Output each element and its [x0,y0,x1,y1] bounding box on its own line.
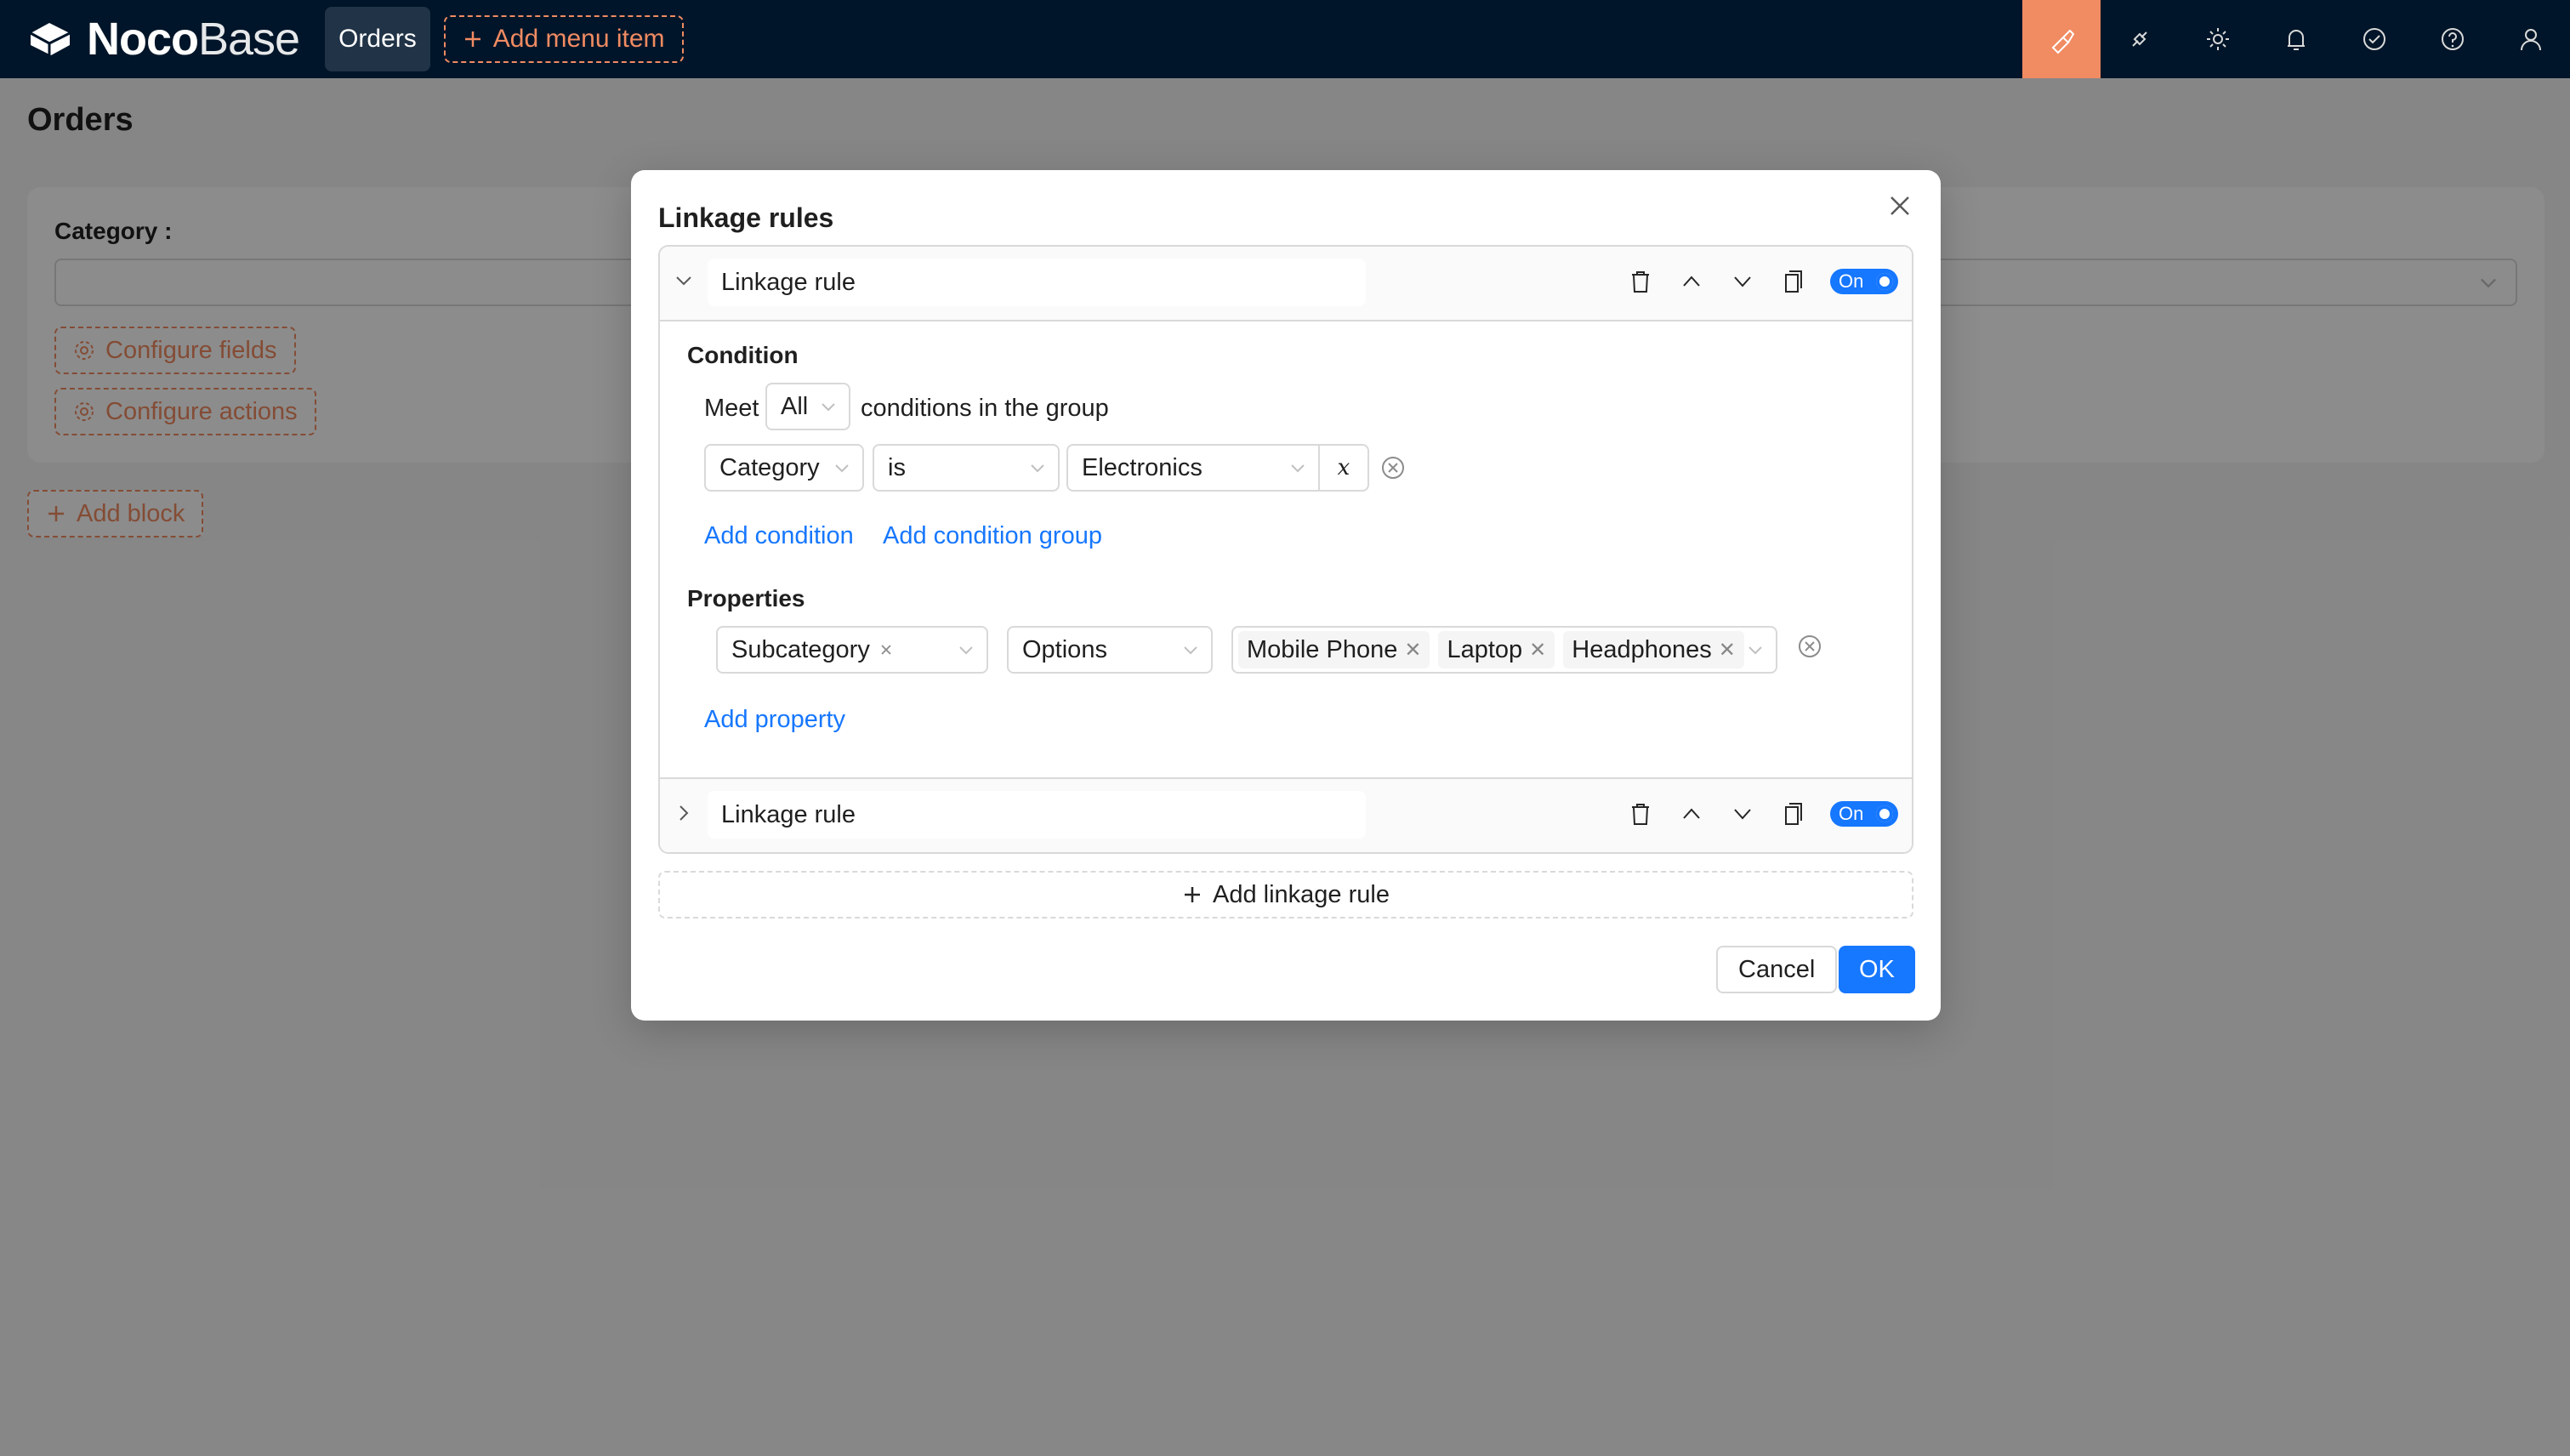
property-field-value: Subcategory [731,635,870,663]
linkage-rule-title[interactable]: Linkage rule [708,791,1366,839]
delete-icon[interactable] [1626,799,1655,828]
help-button[interactable] [2414,0,2492,78]
menu-item-orders[interactable]: Orders [325,7,430,71]
tasks-button[interactable] [2335,0,2414,78]
plugin-manager-button[interactable] [2101,0,2179,78]
properties-label: Properties [687,585,805,611]
switch-label: On [1839,270,1864,292]
meet-prefix: Meet [704,395,759,422]
linkage-rule-header[interactable]: Linkage rule On [660,247,1912,321]
add-menu-item-button[interactable]: Add menu item [443,15,684,63]
meet-select[interactable]: All [765,383,850,430]
option-tag: Mobile Phone ✕ [1238,631,1430,668]
condition-field-select[interactable]: Category [704,444,864,492]
copy-icon[interactable] [1779,267,1808,296]
linkage-rules-list: Linkage rule On Condition Meet All condi… [658,245,1913,854]
variable-label: x [1337,455,1350,481]
rule-actions: On [1626,267,1898,296]
option-tag-label: Mobile Phone [1247,635,1398,663]
condition-operator-value: is [888,453,906,481]
arrow-down-icon[interactable] [1728,799,1757,828]
switch-label: On [1839,803,1864,824]
add-linkage-rule-label: Add linkage rule [1213,880,1390,908]
logo[interactable]: NocoBase [26,0,300,78]
nocobase-logo-icon [30,23,71,55]
add-property-link[interactable]: Add property [704,706,845,734]
modal-title: Linkage rules [658,202,834,233]
topbar-actions [2022,0,2570,78]
condition-operator-select[interactable]: is [873,444,1060,492]
brush-icon [2051,29,2075,54]
condition-field-value: Category [719,453,820,481]
linkage-rules-modal: Linkage rules Linkage rule On Condition … [631,170,1941,1021]
variable-button[interactable]: x [1318,444,1369,492]
meet-value: All [781,392,809,420]
chevron-down-icon [1291,464,1305,473]
arrow-up-icon[interactable] [1677,267,1706,296]
option-tag: Headphones ✕ [1563,631,1744,668]
property-action-select[interactable]: Options [1007,626,1213,674]
add-menu-item-label: Add menu item [492,25,665,53]
chevron-down-icon [822,403,835,412]
settings-button[interactable] [2179,0,2257,78]
chevron-down-icon [1748,646,1762,655]
ui-editor-button[interactable] [2022,0,2101,78]
plus-icon [464,31,480,47]
help-icon [2442,28,2464,50]
linkage-rule-body: Condition Meet All conditions in the gro… [660,321,1912,777]
notifications-button[interactable] [2257,0,2335,78]
chevron-right-icon[interactable] [672,801,696,825]
remove-property-icon[interactable] [1796,633,1823,660]
condition-value: Electronics [1082,453,1203,481]
chevron-down-icon [835,464,849,473]
chevron-down-icon [959,646,973,655]
plugin-icon [2132,31,2147,47]
gear-icon [2207,28,2229,50]
chevron-down-icon [1184,646,1197,655]
rule-actions: On [1626,799,1898,828]
linkage-rule-title[interactable]: Linkage rule [708,259,1366,306]
delete-icon[interactable] [1626,267,1655,296]
add-linkage-rule-button[interactable]: Add linkage rule [658,871,1913,919]
user-menu-button[interactable] [2492,0,2570,78]
top-navbar: NocoBase Orders Add menu item [0,0,2570,78]
ok-button[interactable]: OK [1839,946,1915,993]
option-tag-label: Headphones [1572,635,1712,663]
option-tag-label: Laptop [1447,635,1523,663]
cancel-button[interactable]: Cancel [1716,946,1838,993]
condition-label: Condition [687,342,799,368]
linkage-rule-header[interactable]: Linkage rule On [660,777,1912,852]
option-tag: Laptop ✕ [1438,631,1555,668]
remove-condition-icon[interactable] [1379,454,1407,481]
add-condition-link[interactable]: Add condition [704,522,854,550]
close-icon[interactable]: ✕ [1404,638,1421,663]
plus-icon [1185,887,1200,902]
rule-enabled-switch[interactable]: On [1830,801,1898,827]
arrow-down-icon[interactable] [1728,267,1757,296]
close-icon[interactable]: ✕ [1529,638,1546,663]
property-options-select[interactable]: Mobile Phone ✕ Laptop ✕ Headphones ✕ [1231,626,1777,674]
property-field-select[interactable]: Subcategory [716,626,988,674]
logo-text: NocoBase [87,14,300,65]
chevron-down-icon[interactable] [672,269,696,293]
arrow-up-icon[interactable] [1677,799,1706,828]
add-condition-group-link[interactable]: Add condition group [883,522,1102,550]
close-icon[interactable] [1883,189,1917,223]
condition-value-select[interactable]: Electronics [1066,444,1320,492]
property-action-value: Options [1022,635,1107,663]
close-icon[interactable]: ✕ [1719,638,1736,663]
clear-icon[interactable] [878,642,894,657]
user-icon [2521,29,2541,51]
rule-enabled-switch[interactable]: On [1830,269,1898,294]
chevron-down-icon [1031,464,1044,473]
bell-icon [2288,30,2305,50]
copy-icon[interactable] [1779,799,1808,828]
meet-suffix: conditions in the group [861,395,1109,422]
check-circle-icon [2363,28,2385,50]
